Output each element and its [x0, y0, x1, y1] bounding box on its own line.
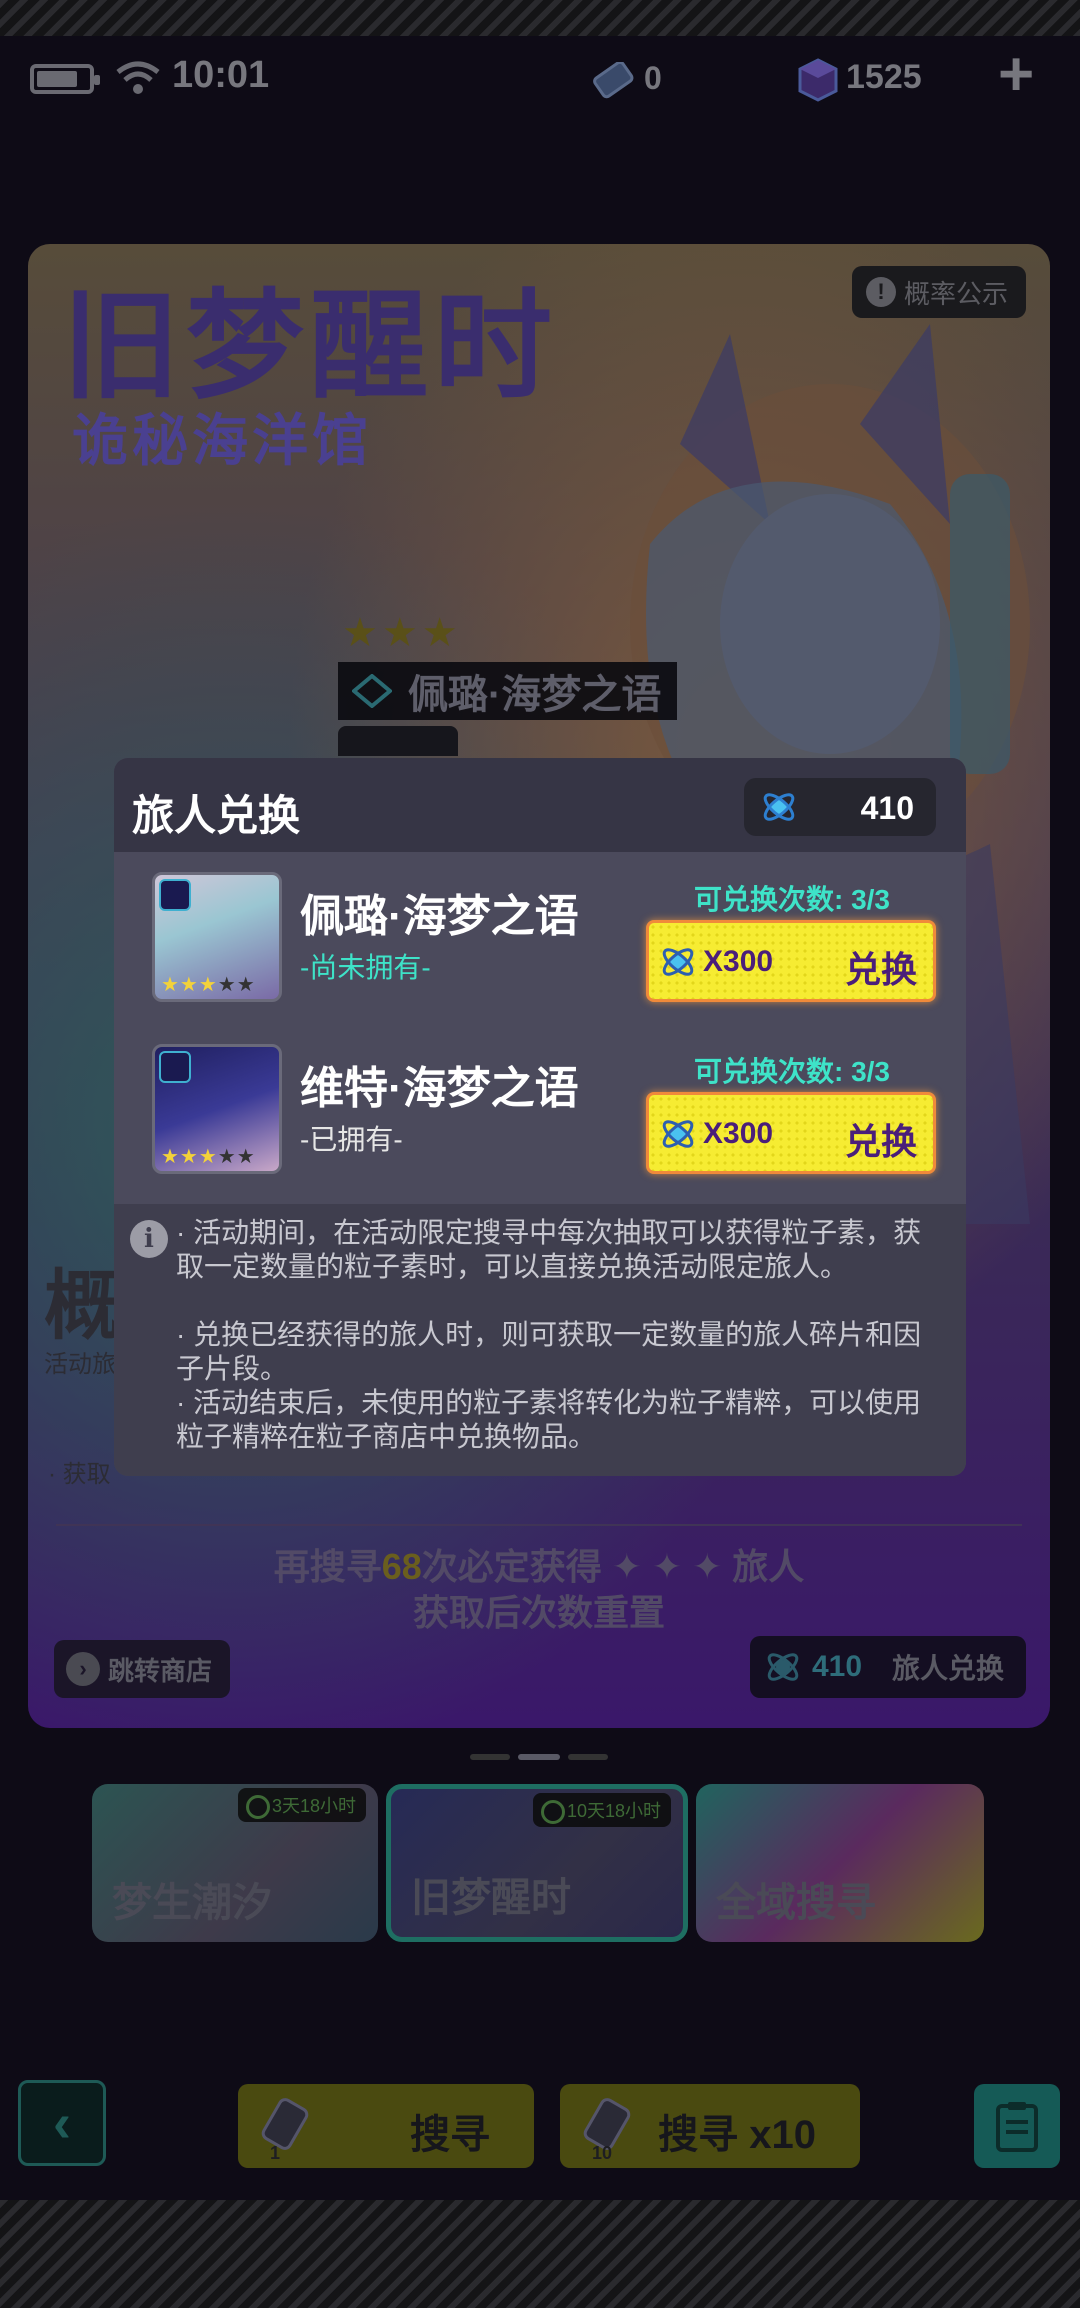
search-ten-label: 搜寻 x10 [658, 2113, 816, 2157]
event-tab-label: 全域搜寻 [716, 1881, 876, 1925]
wifi-icon [116, 61, 160, 94]
particle-atom-icon [763, 793, 795, 821]
traveler-exchange-button[interactable]: 410 旅人兑换 [750, 1636, 1026, 1698]
faction-emblem-icon [159, 1051, 191, 1083]
crystal-count: 1525 [846, 58, 922, 96]
add-currency-button[interactable]: + [998, 44, 1034, 106]
banner-subtitle: 诡秘海洋馆 [72, 409, 372, 472]
crystal-cube-icon [798, 58, 838, 102]
ownership-status: -已拥有- [300, 1124, 403, 1155]
clock-time: 10:01 [172, 54, 270, 96]
exchange-balance: 410 [812, 1650, 863, 1683]
exchange-cost: X300 [703, 945, 774, 978]
bottom-hatch-band [0, 2200, 1080, 2308]
search-ten-button[interactable]: 10 搜寻 x10 [560, 2084, 860, 2168]
arrow-right-icon: › [66, 1652, 100, 1686]
exchange-button[interactable]: X300 兑换 [646, 920, 936, 1002]
page-indicator [470, 1754, 610, 1760]
dialog-header: 旅人兑换 410 [114, 758, 966, 852]
event-tab-label: 旧梦醒时 [411, 1876, 571, 1920]
info-icon: i [130, 1220, 168, 1258]
featured-rarity-stars: ★★★ [342, 611, 462, 655]
particle-balance: 410 [744, 778, 936, 836]
particle-atom-icon [662, 1120, 694, 1148]
pity-count: 68 [381, 1546, 422, 1587]
exchange-row: ★★★★★ 佩璐·海梦之语 -尚未拥有- 可兑换次数: 3/3 X300 兑换 [114, 858, 966, 1028]
exclamation-icon: ! [865, 277, 896, 307]
side-partial-bullet: · 获取 [48, 1461, 111, 1488]
exchange-button[interactable]: X300 兑换 [646, 1092, 936, 1174]
character-name: 维特·海梦之语 [300, 1064, 579, 1113]
shop-button-label: 跳转商店 [108, 1655, 213, 1686]
dialog-title: 旅人兑换 [132, 792, 301, 839]
featured-character-name: 佩璐·海梦之语 [338, 662, 678, 720]
exchange-count: 可兑换次数: 3/3 [693, 1056, 890, 1087]
battery-icon [30, 64, 100, 94]
search-once-label: 搜寻 [410, 2113, 490, 2157]
side-partial-heading: 概 [44, 1264, 120, 1349]
banner-divider [56, 1524, 1022, 1526]
balance-value: 410 [860, 790, 914, 826]
search-once-button[interactable]: 1 搜寻 [238, 2084, 534, 2168]
event-tab-label: 梦生潮汐 [112, 1881, 272, 1925]
event-tab-dream-tide[interactable]: 3天18小时 梦生潮汐 [92, 1784, 378, 1942]
rule-text: · 活动期间，在活动限定搜寻中每次抽取可以获得粒子素，获取一定数量的粒子素时，可… [176, 1217, 922, 1282]
rule-text: · 兑换已经获得的旅人时，则可获取一定数量的旅人碎片和因子片段。 [176, 1319, 922, 1384]
status-bar: 10:01 0 1525 + [0, 36, 1080, 120]
rule-text: · 活动结束后，未使用的粒子素将转化为粒子精粹，可以使用粒子精粹在粒子商店中兑换… [176, 1387, 922, 1452]
exchange-cost: X300 [703, 1117, 774, 1150]
ownership-status: -尚未拥有- [300, 952, 431, 983]
probability-label: 概率公示 [903, 278, 1008, 309]
pity-reset-note: 获取后次数重置 [412, 1592, 665, 1633]
top-hatch-band [0, 0, 1080, 36]
exchange-button-label: 兑换 [844, 1121, 917, 1162]
avatar[interactable]: ★★★★★ [152, 872, 282, 1002]
exchange-button-label: 旅人兑换 [891, 1653, 1004, 1684]
side-partial-caption: 活动旅 [44, 1351, 116, 1378]
exchange-button-label: 兑换 [844, 949, 917, 990]
ticket-cost: 1 [270, 2143, 281, 2163]
exchange-row: ★★★★★ 维特·海梦之语 -已拥有- 可兑换次数: 3/3 X300 兑换 [114, 1030, 966, 1200]
traveler-exchange-dialog: 旅人兑换 410 ★★★★★ 佩璐·海梦之语 -尚未拥有- 可兑换次数: 3/3… [114, 758, 966, 1476]
featured-name-text: 佩璐·海梦之语 [408, 673, 662, 717]
character-name: 佩璐·海梦之语 [300, 892, 579, 941]
search-ticket-icon [261, 2098, 309, 2150]
search-ticket-icon [593, 62, 634, 99]
particle-atom-icon [662, 948, 694, 976]
rarity-stars: ★★★★★ [161, 1146, 256, 1168]
event-timer: 3天18小时 [237, 1788, 366, 1822]
avatar[interactable]: ★★★★★ [152, 1044, 282, 1174]
event-tab-global-search[interactable]: 全域搜寻 [696, 1784, 984, 1942]
ticket-cost: 10 [592, 2143, 613, 2163]
event-timer: 10天18小时 [532, 1793, 671, 1827]
faction-emblem-icon [352, 674, 392, 708]
exchange-rules: i · 活动期间，在活动限定搜寻中每次抽取可以获得粒子素，获取一定数量的粒子素时… [114, 1204, 966, 1476]
probability-disclosure-button[interactable]: ! 概率公示 [851, 266, 1026, 318]
go-to-shop-button[interactable]: › 跳转商店 [54, 1640, 231, 1698]
exchange-count: 可兑换次数: 3/3 [693, 884, 890, 915]
event-tab-old-dream[interactable]: 10天18小时 旧梦醒时 [386, 1784, 688, 1942]
rarity-stars: ★★★★★ [161, 974, 256, 996]
back-button[interactable]: ‹ [18, 2080, 106, 2166]
particle-atom-icon [767, 1653, 799, 1681]
ticket-count: 0 [644, 60, 662, 96]
clipboard-icon [996, 2102, 1038, 2152]
pity-counter-text: 再搜寻68次必定获得 ✦ ✦ ✦ 旅人 [28, 1538, 1050, 1590]
pity-suffix: 次必定获得 ✦ ✦ ✦ 旅人 [421, 1546, 805, 1587]
pity-prefix: 再搜寻 [273, 1546, 382, 1587]
chevron-left-icon: ‹ [53, 2093, 71, 2153]
history-record-button[interactable] [974, 2084, 1060, 2168]
faction-emblem-icon [159, 879, 191, 911]
details-button[interactable] [338, 726, 458, 756]
